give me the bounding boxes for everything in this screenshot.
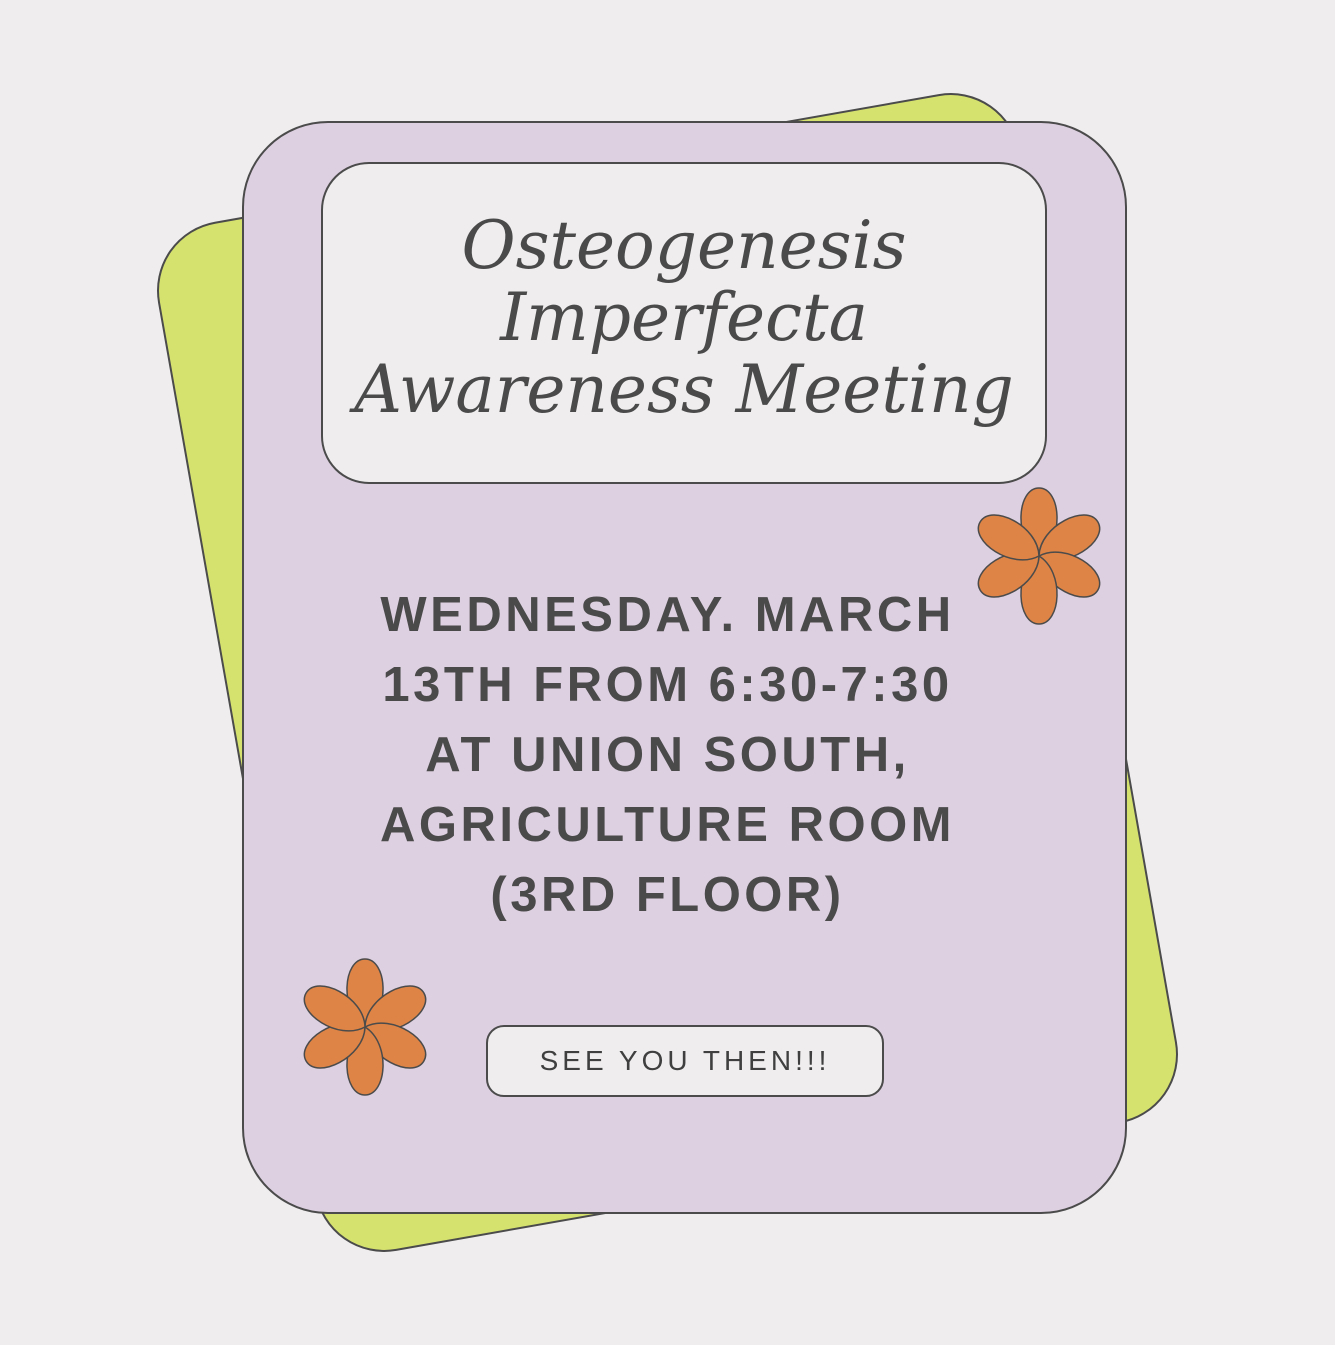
event-detail-line-4: AGRICULTURE ROOM <box>380 798 955 852</box>
event-detail-line-5: (3RD FLOOR) <box>490 868 845 922</box>
event-detail-line-2: 13TH FROM 6:30-7:30 <box>382 658 953 712</box>
title-line-1: Osteogenesis <box>461 207 907 284</box>
event-detail-line-1: WEDNESDAY. MARCH <box>380 588 955 642</box>
title-line-2: Imperfecta <box>500 279 868 356</box>
event-detail-line-3: AT UNION SOUTH, <box>425 728 910 782</box>
title-line-3: Awareness Meeting <box>354 351 1014 428</box>
event-details: WEDNESDAY. MARCH 13TH FROM 6:30-7:30 AT … <box>300 580 1035 930</box>
see-you-then-button[interactable]: SEE YOU THEN!!! <box>486 1025 884 1097</box>
title-box: Osteogenesis Imperfecta Awareness Meetin… <box>321 162 1047 484</box>
flower-icon <box>303 958 427 1096</box>
